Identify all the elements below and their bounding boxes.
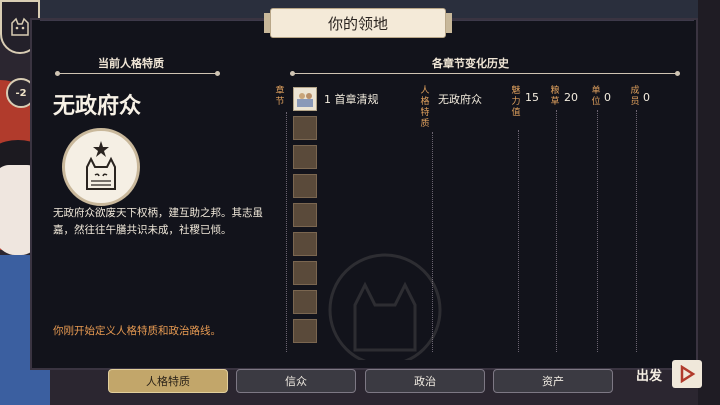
- col-head-member: 成员: [630, 86, 640, 107]
- col-divider: [518, 130, 519, 352]
- cat-watermark: [325, 250, 445, 367]
- title-divider-left: [40, 20, 270, 21]
- trait-name: 无政府众: [53, 94, 142, 119]
- row-trait: 无政府众: [438, 93, 482, 106]
- window-title: 你的领地: [264, 8, 452, 38]
- trait-description: 无政府众欲废天下权柄，建互助之邦。其志虽嘉，然往往午膳共识未成，社稷已倾。: [53, 207, 263, 236]
- row-charm: 15: [525, 91, 539, 104]
- chapter-slot-locked: [293, 319, 317, 343]
- row-chapter: 1 首章清规: [324, 93, 379, 106]
- col-divider: [286, 112, 287, 352]
- tab-assets[interactable]: 资产: [493, 369, 613, 393]
- col-head-unit: 单位: [591, 86, 601, 107]
- col-divider: [597, 110, 598, 352]
- chapter-slot-locked: [293, 203, 317, 227]
- right-edge: [698, 0, 720, 405]
- chapter-slot-locked: [293, 174, 317, 198]
- chapter-slot-locked: [293, 116, 317, 140]
- chapter-slot-locked: [293, 261, 317, 285]
- col-head-chapter: 章节: [275, 86, 285, 107]
- col-head-trait: 人格特质: [420, 86, 430, 129]
- col-divider: [556, 110, 557, 352]
- cat-icon: [11, 17, 29, 36]
- col-divider: [636, 110, 637, 352]
- depart-button[interactable]: [672, 360, 702, 388]
- anarchist-cat-icon: [86, 141, 116, 190]
- depart-label[interactable]: 出发: [636, 365, 662, 384]
- chapter-slot-locked: [293, 145, 317, 169]
- current-trait-heading: 当前人格特质: [98, 57, 164, 70]
- col-head-grain: 粮草: [550, 86, 560, 107]
- row-member: 0: [643, 91, 650, 104]
- tab-traits[interactable]: 人格特质: [108, 369, 228, 393]
- cat-watermark-icon: [328, 253, 442, 367]
- tab-politics[interactable]: 政治: [365, 369, 485, 393]
- history-underline: [290, 71, 680, 76]
- tab-followers[interactable]: 信众: [236, 369, 356, 393]
- hint-text: 你刚开始定义人格特质和政治路线。: [53, 325, 221, 337]
- history-heading: 各章节变化历史: [432, 57, 509, 70]
- title-divider-right: [444, 20, 694, 21]
- trait-emblem: [62, 128, 140, 206]
- row-grain: 20: [564, 91, 578, 104]
- chapter-scene-icon: [297, 93, 313, 107]
- current-trait-underline: [55, 71, 220, 76]
- play-arrow-icon: [680, 365, 696, 383]
- row-unit: 0: [604, 91, 611, 104]
- chapter-slot-locked: [293, 290, 317, 314]
- col-head-charm: 魅力值: [511, 86, 521, 118]
- chapter-slot-locked: [293, 232, 317, 256]
- chapter-1-icon[interactable]: [293, 87, 317, 111]
